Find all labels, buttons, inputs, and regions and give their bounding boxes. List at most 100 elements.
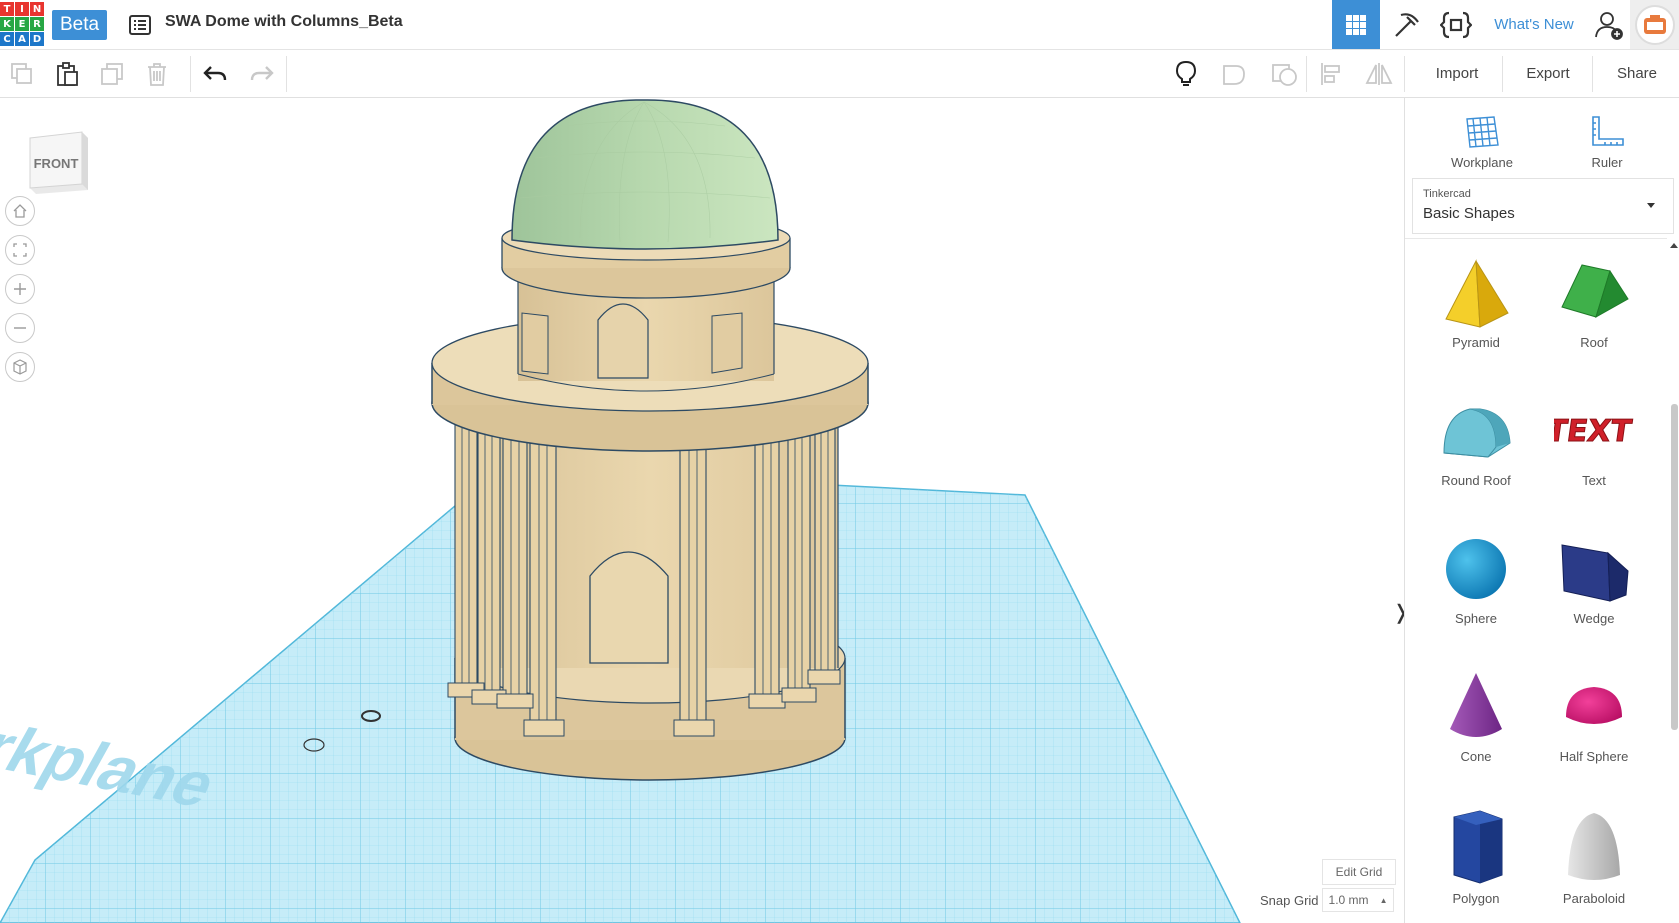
beta-badge[interactable]: Beta	[52, 10, 107, 40]
plus-icon	[14, 283, 26, 295]
shape-label: Roof	[1580, 335, 1608, 350]
shape-paraboloid[interactable]: Paraboloid	[1535, 799, 1653, 909]
viewcube-front-label: FRONT	[34, 156, 79, 171]
shape-round-roof[interactable]: Round Roof	[1417, 385, 1535, 495]
text-shape-icon: TEXT	[1554, 414, 1634, 450]
duplicate-button[interactable]	[98, 60, 126, 88]
ruler-icon	[1592, 116, 1624, 146]
export-button[interactable]: Export	[1506, 57, 1590, 90]
avatar	[1634, 4, 1675, 45]
shape-label: Paraboloid	[1562, 891, 1626, 906]
delete-icon	[148, 63, 166, 86]
redo-icon	[250, 66, 274, 81]
shape-wedge[interactable]: Wedge	[1535, 523, 1653, 633]
shape-text[interactable]: TEXT Text	[1535, 385, 1653, 495]
shape-library-dropdown[interactable]: Tinkercad Basic Shapes	[1412, 178, 1674, 234]
zoom-out-button[interactable]	[5, 313, 35, 343]
ungroup-button[interactable]	[1270, 60, 1298, 88]
bricks-button[interactable]	[1382, 0, 1430, 49]
toolbar-divider	[190, 56, 191, 92]
toolbar-divider	[286, 56, 287, 92]
home-icon	[13, 204, 27, 218]
svg-text:TEXT: TEXT	[1554, 414, 1634, 449]
caret-up-icon: ▲	[1379, 895, 1388, 905]
sphere-shape-icon	[1446, 539, 1506, 599]
minus-icon	[14, 327, 26, 329]
ruler-tool-button[interactable]: Ruler	[1562, 106, 1652, 170]
duplicate-icon	[101, 63, 123, 85]
fit-view-icon	[13, 243, 27, 257]
home-view-button[interactable]	[5, 196, 35, 226]
add-user-button[interactable]	[1590, 0, 1628, 49]
logo-letter: T	[0, 2, 14, 16]
view-cube[interactable]: FRONT	[26, 126, 92, 198]
shapes-scrollbar[interactable]	[1671, 404, 1678, 730]
add-user-icon	[1595, 11, 1623, 40]
dome[interactable]	[511, 99, 779, 250]
snap-grid-value: 1.0 mm	[1328, 893, 1369, 907]
shape-label: Polygon	[1452, 891, 1500, 906]
logo-letter: A	[15, 32, 29, 46]
paraboloid-shape-icon	[1568, 813, 1620, 880]
cube-icon	[13, 359, 27, 375]
shape-roof[interactable]: Roof	[1535, 247, 1653, 357]
shape-half-sphere[interactable]: Half Sphere	[1535, 661, 1653, 771]
whats-new-link[interactable]: What's New	[1484, 0, 1584, 49]
scroll-up-arrow[interactable]	[1670, 243, 1678, 248]
user-avatar-button[interactable]	[1630, 0, 1679, 49]
round-roof-shape-icon	[1443, 408, 1511, 458]
roof-shape-icon	[1561, 264, 1629, 319]
code-blocks-icon	[1440, 11, 1472, 38]
redo-button[interactable]	[248, 60, 276, 88]
codeblocks-button[interactable]	[1432, 0, 1480, 49]
toolbar-divider	[1592, 56, 1593, 92]
ortho-view-button[interactable]	[5, 352, 35, 382]
copy-button[interactable]	[8, 60, 36, 88]
shape-label: Pyramid	[1452, 335, 1500, 350]
toolbar-divider	[1306, 56, 1307, 92]
shape-pyramid[interactable]: Pyramid	[1417, 247, 1535, 357]
notes-lightbulb-icon	[1175, 60, 1197, 86]
zoom-in-button[interactable]	[5, 274, 35, 304]
edit-grid-button[interactable]: Edit Grid	[1322, 859, 1396, 885]
3d-viewport[interactable]: Workplane FRONT Edit Grid Snap Grid 1.0 …	[0, 98, 1404, 923]
snap-grid-label: Snap Grid	[1260, 893, 1319, 908]
shapes-panel: Workplane Ruler Tinkercad Basic Shapes P…	[1404, 98, 1679, 923]
library-source-label: Tinkercad	[1423, 188, 1471, 200]
workplane-scene[interactable]: Workplane	[0, 98, 1404, 923]
delete-button[interactable]	[143, 60, 171, 88]
pyramid-shape-icon	[1445, 259, 1509, 328]
share-button[interactable]: Share	[1595, 57, 1679, 90]
wedge-shape-icon	[1561, 544, 1629, 602]
shape-polygon[interactable]: Polygon	[1417, 799, 1535, 909]
panel-collapse-button[interactable]: ❭	[1393, 586, 1404, 638]
align-icon	[1321, 63, 1340, 85]
paste-icon	[57, 62, 78, 86]
import-button[interactable]: Import	[1415, 57, 1499, 90]
tinkercad-logo[interactable]: T I N K E R C A D	[0, 2, 44, 47]
shape-grid: Pyramid Roof Round Roof TEXT Text Sphere…	[1405, 238, 1667, 923]
logo-letter: E	[15, 17, 29, 31]
undo-button[interactable]	[201, 60, 229, 88]
group-button[interactable]	[1220, 60, 1248, 88]
shape-label: Half Sphere	[1559, 749, 1629, 764]
library-name-label: Basic Shapes	[1423, 205, 1515, 222]
document-title[interactable]: SWA Dome with Columns_Beta	[165, 13, 403, 31]
grid-view-button[interactable]	[1332, 0, 1380, 49]
snap-grid-select[interactable]: 1.0 mm ▲	[1322, 888, 1394, 912]
logo-letter: K	[0, 17, 14, 31]
notes-button[interactable]	[1172, 60, 1200, 88]
mirror-icon	[1365, 63, 1393, 85]
logo-letter: C	[0, 32, 14, 46]
design-list-icon[interactable]	[128, 13, 152, 37]
mirror-button[interactable]	[1365, 60, 1393, 88]
shape-sphere[interactable]: Sphere	[1417, 523, 1535, 633]
logo-letter: N	[30, 2, 44, 16]
logo-letter: R	[30, 17, 44, 31]
paste-button[interactable]	[54, 60, 82, 88]
shape-cone[interactable]: Cone	[1417, 661, 1535, 771]
fit-all-button[interactable]	[5, 235, 35, 265]
align-button[interactable]	[1317, 60, 1345, 88]
ungroup-icon	[1272, 64, 1297, 86]
workplane-tool-button[interactable]: Workplane	[1437, 106, 1527, 170]
